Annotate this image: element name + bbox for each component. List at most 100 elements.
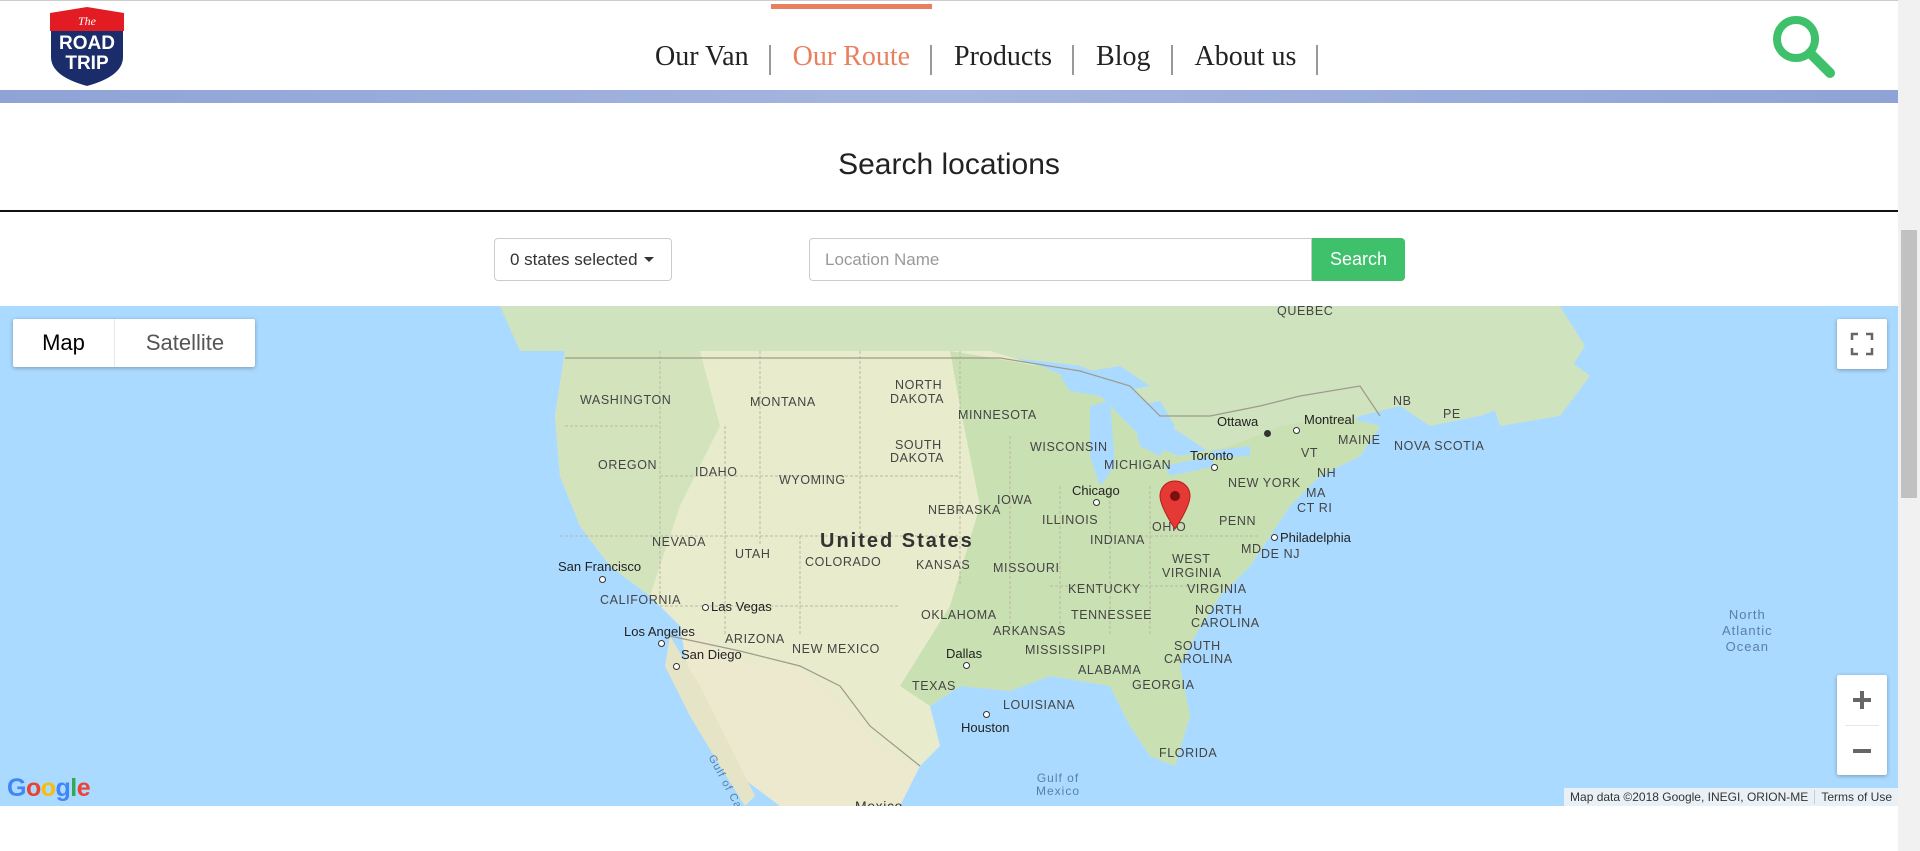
scrollbar-thumb[interactable] [1901,230,1917,498]
map-label: GEORGIA [1132,678,1195,692]
page-title: Search locations [838,148,1060,181]
terms-of-use-link[interactable]: Terms of Use [1814,790,1898,804]
city-label: Ottawa [1217,414,1259,429]
logo-top-text: The [78,14,97,28]
map-label: CALIFORNIA [600,593,682,607]
map-label: KENTUCKY [1068,582,1141,596]
map-label: NB [1393,394,1412,408]
map-label: NEBRASKA [928,503,1001,517]
city-dot [963,662,970,669]
map-label: WEST [1172,552,1211,566]
map-label: PE [1443,407,1461,421]
map-label: COLORADO [805,555,882,569]
map-label: CAROLINA [1164,652,1233,666]
map-label: NEW MEXICO [792,642,880,656]
attribution-text: Map data ©2018 Google, INEGI, ORION-ME [1570,790,1809,804]
map-label: MICHIGAN [1104,458,1172,472]
zoom-in-button[interactable] [1837,675,1887,725]
map-type-control: Map Satellite [13,319,255,367]
site-header: The ROAD TRIP Our Van Our Route Products… [0,0,1898,90]
minus-icon [1853,749,1871,753]
gulf-label: Gulf of Mexico [1036,772,1080,798]
map-label: NEW YORK [1228,476,1301,490]
page: The ROAD TRIP Our Van Our Route Products… [0,0,1920,851]
map-label: ILLINOIS [1042,513,1099,527]
nav-label: Blog [1096,41,1151,72]
google-logo[interactable]: Google [7,774,91,803]
nav-label: About us [1194,41,1297,72]
map-label: Mexico [855,798,903,806]
main-nav: Our Van Our Route Products Blog About us [633,1,1319,91]
city-label: Los Angeles [624,624,695,639]
map-type-map-button[interactable]: Map [13,319,115,367]
fullscreen-button[interactable] [1837,319,1887,369]
city-dot [702,604,709,611]
map-label: ALABAMA [1078,663,1142,677]
map-pin-icon[interactable] [1158,479,1192,531]
map-label: WYOMING [779,473,846,487]
map-label: LOUISIANA [1003,698,1076,712]
map-label: MAINE [1338,433,1381,447]
google-map[interactable]: WASHINGTON MONTANA NORTH DAKOTA MINNESOT… [0,306,1898,806]
page-scrollbar[interactable] [1898,0,1920,851]
ocean-label-line: Ocean [1725,639,1769,654]
zoom-control [1837,675,1887,775]
city-dot [983,711,990,718]
location-name-input[interactable] [809,238,1312,281]
nav-label: Products [954,41,1053,72]
plus-icon [1853,691,1871,709]
map-label: QUEBEC [1277,306,1334,318]
ocean-label-line: Atlantic [1722,623,1773,638]
city-label: Toronto [1190,448,1234,463]
gulf-label-line: Mexico [1036,784,1081,798]
fullscreen-icon [1850,332,1874,356]
city-dot [1093,499,1100,506]
map-label: NEVADA [652,535,707,549]
magnifier-icon[interactable] [1770,13,1836,79]
city-label: Las Vegas [711,599,772,614]
nav-blog[interactable]: Blog [1074,41,1173,75]
map-attribution: Map data ©2018 Google, INEGI, ORION-ME T… [1564,788,1898,806]
title-divider [0,210,1898,212]
nav-products[interactable]: Products [932,41,1075,75]
search-button[interactable]: Search [1312,238,1405,281]
map-label: DAKOTA [890,392,945,406]
map-label: SOUTH [1174,639,1221,653]
city-dot [1271,534,1278,541]
map-label: MD [1241,542,1262,556]
map-label: ARKANSAS [993,624,1066,638]
nav-about-us[interactable]: About us [1173,41,1319,75]
map-label: MINNESOTA [958,408,1037,422]
map-label: VIRGINIA [1162,566,1222,580]
map-label: TEXAS [912,679,956,693]
city-dot [599,576,606,583]
city-dot [1211,464,1218,471]
map-label: UTAH [735,547,771,561]
city-label: Dallas [946,646,983,661]
zoom-out-button[interactable] [1837,726,1887,776]
map-label: TENNESSEE [1071,608,1153,622]
map-base-layer [500,306,1590,806]
map-label: MA [1306,486,1326,500]
map-type-satellite-button[interactable]: Satellite [115,319,255,367]
nav-our-van[interactable]: Our Van [633,41,771,75]
map-label: NOVA SCOTIA [1394,439,1485,453]
city-label: Chicago [1072,483,1120,498]
header-banner-stripe [0,90,1898,103]
city-dot [1293,427,1300,434]
map-label: VIRGINIA [1187,582,1247,596]
city-dot [673,663,680,670]
ocean-label-line: North [1728,607,1766,622]
states-dropdown[interactable]: 0 states selected [494,238,672,281]
map-label: NH [1317,466,1337,480]
nav-label: Our Route [792,41,911,72]
map-label: ARIZONA [725,632,785,646]
city-label: San Francisco [558,559,642,574]
logo-line1: ROAD [59,33,115,54]
map-label: WISCONSIN [1030,440,1108,454]
nav-our-route[interactable]: Our Route [770,4,933,75]
map-label: INDIANA [1090,533,1145,547]
map-label: FLORIDA [1159,746,1218,760]
road-trip-logo[interactable]: The ROAD TRIP [44,5,130,89]
map-label: OREGON [598,458,658,472]
